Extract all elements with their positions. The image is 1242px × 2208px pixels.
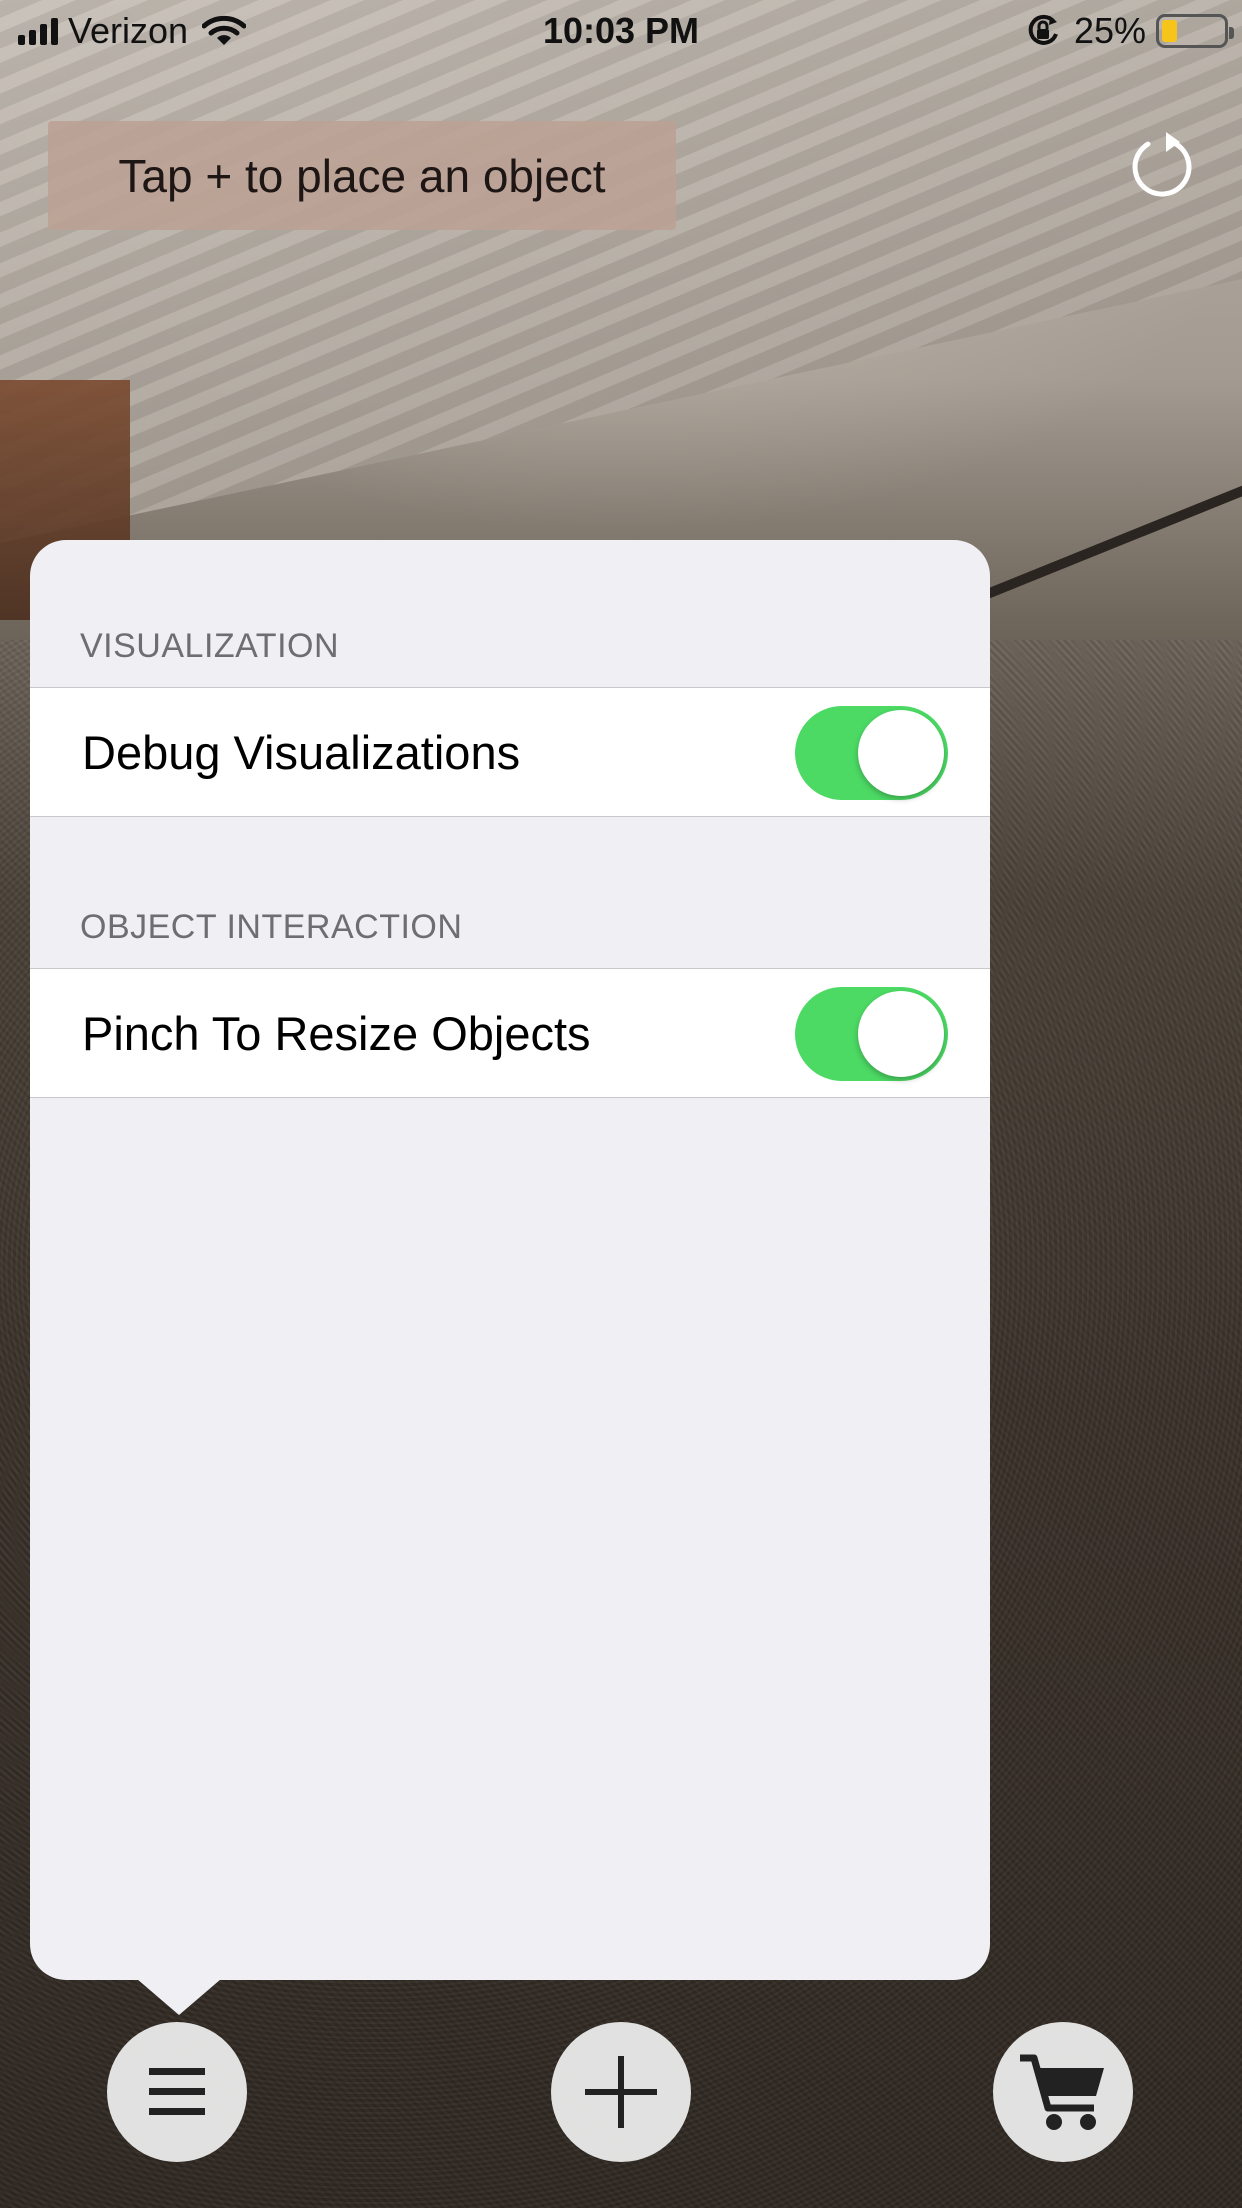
battery-fill [1162, 20, 1177, 42]
toggle-knob [858, 991, 944, 1077]
setting-row-debug-visualizations: Debug Visualizations [30, 687, 990, 817]
setting-label: Pinch To Resize Objects [82, 1007, 591, 1060]
settings-popover: VISUALIZATION Debug Visualizations OBJEC… [30, 540, 990, 1980]
toggle-knob [858, 710, 944, 796]
status-right: 25% [1024, 10, 1234, 52]
menu-button[interactable] [107, 2022, 247, 2162]
setting-row-pinch-to-resize: Pinch To Resize Objects [30, 968, 990, 1098]
battery-percent: 25% [1073, 10, 1146, 51]
add-object-button[interactable] [551, 2022, 691, 2162]
section-header-visualization: VISUALIZATION [80, 627, 340, 665]
restart-button[interactable] [1126, 130, 1200, 204]
popover-arrow [137, 1979, 221, 2015]
rotation-lock-icon [1028, 14, 1058, 45]
cart-icon [1020, 2054, 1104, 2130]
pinch-to-resize-toggle[interactable] [795, 987, 948, 1081]
instruction-toast: Tap + to place an object [48, 121, 676, 230]
section-header-object-interaction: OBJECT INTERACTION [80, 908, 463, 946]
status-bar: Verizon 10:03 PM 25% [0, 0, 1242, 62]
toast-message: Tap + to place an object [118, 149, 606, 202]
sofa-rail-scene [958, 472, 1242, 610]
plus-icon [585, 2056, 657, 2128]
restart-icon [1132, 132, 1192, 197]
cart-button[interactable] [993, 2022, 1133, 2162]
menu-icon [149, 2068, 205, 2115]
debug-visualizations-toggle[interactable] [795, 706, 948, 800]
mattress-scene [0, 0, 1242, 561]
setting-label: Debug Visualizations [82, 726, 521, 779]
battery-icon [1156, 14, 1234, 48]
